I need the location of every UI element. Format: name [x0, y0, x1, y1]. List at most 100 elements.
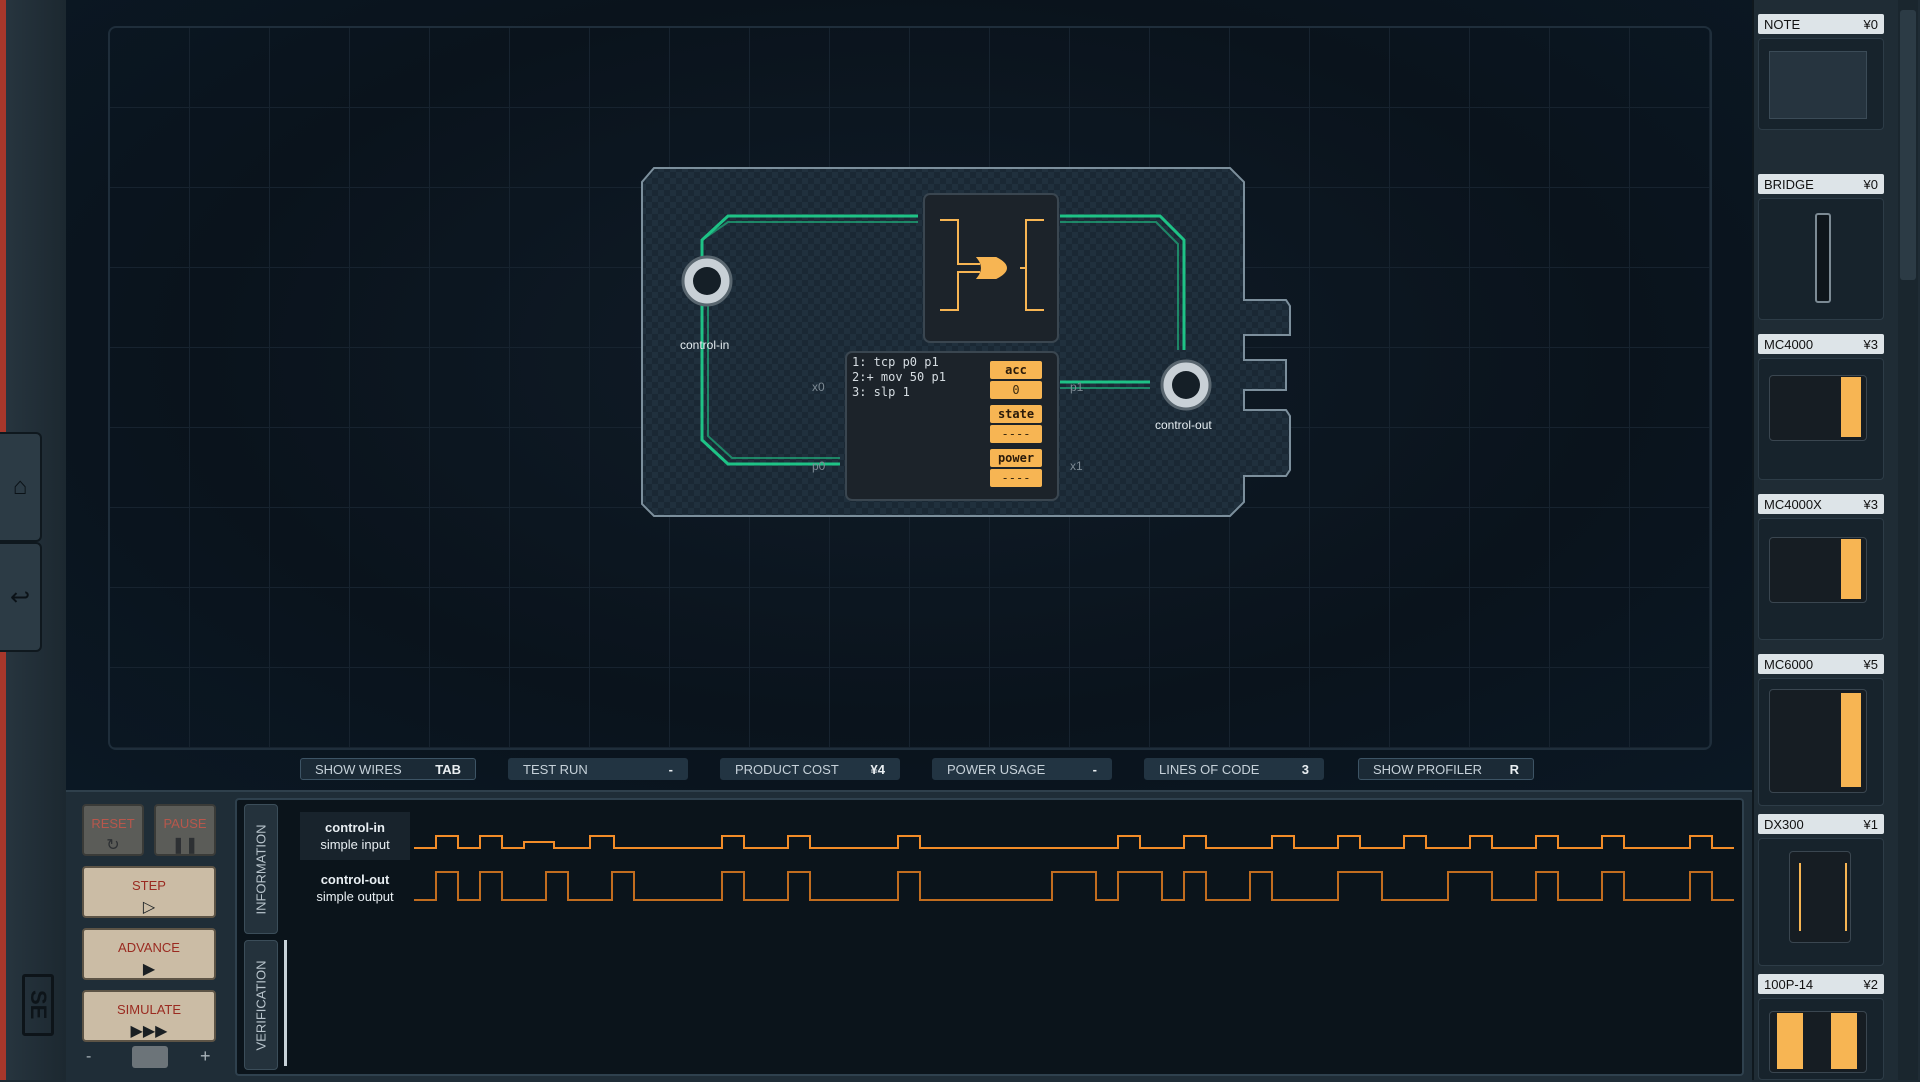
simulate-label: SIMULATE: [116, 1002, 182, 1017]
control-out-port: [1160, 359, 1212, 411]
pin-p1: p1: [1070, 380, 1084, 394]
step-label: STEP: [132, 878, 166, 893]
verification-indicator: [284, 940, 287, 1066]
part-mc4000x[interactable]: MC4000X ¥3: [1758, 494, 1884, 640]
tab-verification-label: VERIFICATION: [253, 959, 269, 1051]
bridge-preview: [1815, 213, 1831, 303]
code-line: 2:+ mov 50 p1: [852, 370, 946, 384]
home-icon: ⌂: [12, 473, 28, 500]
part-name: MC4000X: [1764, 496, 1822, 512]
speed-slider-handle[interactable]: [132, 1046, 168, 1068]
pin-x0: x0: [812, 380, 825, 394]
show-wires-label: SHOW WIRES: [315, 761, 402, 777]
test-run-value: -: [668, 761, 673, 777]
pin-x1: x1: [1070, 459, 1083, 473]
signal-name: control-out: [320, 872, 390, 887]
advance-label: ADVANCE: [118, 940, 180, 955]
mc4000x-register-preview: [1841, 539, 1861, 599]
signal-type: simple input: [320, 837, 390, 852]
part-note[interactable]: NOTE ¥0: [1758, 14, 1884, 130]
control-out-label: control-out: [1155, 418, 1212, 432]
home-button[interactable]: ⌂: [0, 432, 42, 542]
dx300-traces-preview: [1799, 863, 1847, 931]
part-name: 100P-14: [1764, 976, 1814, 992]
control-in-waveform: [414, 835, 1734, 849]
lines-of-code-label: LINES OF CODE: [1159, 761, 1260, 777]
advance-icon: ▶: [142, 961, 156, 978]
control-out-waveform: [414, 871, 1734, 901]
part-name: BRIDGE: [1764, 176, 1814, 192]
power-usage-label: POWER USAGE: [947, 761, 1046, 777]
register-acc-value: 0: [990, 381, 1042, 399]
part-mc4000[interactable]: MC4000 ¥3: [1758, 334, 1884, 480]
register-power-value: ----: [990, 469, 1042, 487]
step-icon: ▷: [142, 899, 156, 916]
100p-14-pins-right: [1831, 1013, 1857, 1069]
pin-p0: p0: [812, 459, 826, 473]
advance-button[interactable]: ADVANCE ▶: [82, 928, 216, 980]
register-acc-label: acc: [990, 361, 1042, 379]
lines-of-code-value: 3: [1301, 761, 1309, 777]
register-state-value: ----: [990, 425, 1042, 443]
test-run-label: TEST RUN: [523, 761, 588, 777]
part-cost: ¥3: [1863, 336, 1878, 352]
mc-code-editor[interactable]: 1: tcp p0 p1 2:+ mov 50 p1 3: slp 1: [852, 355, 946, 400]
show-profiler-label: SHOW PROFILER: [1373, 761, 1483, 777]
power-usage-value: -: [1092, 761, 1097, 777]
part-dx300[interactable]: DX300 ¥1: [1758, 814, 1884, 966]
simulate-button[interactable]: SIMULATE ▶▶▶: [82, 990, 216, 1042]
part-name: DX300: [1764, 816, 1804, 832]
tab-information[interactable]: INFORMATION: [244, 804, 278, 934]
show-wires-key: TAB: [435, 761, 461, 777]
product-cost-label: PRODUCT COST: [735, 761, 839, 777]
part-cost: ¥3: [1863, 496, 1878, 512]
product-cost-display: PRODUCT COST ¥4: [720, 758, 900, 780]
signal-type: simple output: [316, 889, 394, 904]
part-bridge[interactable]: BRIDGE ¥0: [1758, 174, 1884, 320]
part-cost: ¥0: [1863, 16, 1878, 32]
test-run-button[interactable]: TEST RUN -: [508, 758, 688, 780]
undo-button[interactable]: ↩: [0, 542, 42, 652]
part-cost: ¥0: [1863, 176, 1878, 192]
part-mc6000[interactable]: MC6000 ¥5: [1758, 654, 1884, 806]
circuit-board[interactable]: [640, 160, 1300, 530]
control-in-label: control-in: [680, 338, 730, 352]
pause-label: PAUSE: [163, 816, 207, 831]
tab-information-label: INFORMATION: [253, 823, 269, 915]
waveform-display: [414, 835, 1734, 901]
undo-icon: ↩: [9, 583, 31, 611]
game-logo: SE: [22, 974, 54, 1036]
speed-plus-button[interactable]: +: [200, 1046, 211, 1067]
part-name: MC4000: [1764, 336, 1814, 352]
part-cost: ¥5: [1863, 656, 1878, 672]
code-line: 3: slp 1: [852, 385, 910, 399]
speed-minus-button[interactable]: -: [86, 1048, 91, 1066]
reset-icon: ↻: [106, 837, 120, 854]
show-profiler-button[interactable]: SHOW PROFILER R: [1358, 758, 1534, 780]
lines-of-code-display: LINES OF CODE 3: [1144, 758, 1324, 780]
pause-icon: ❚❚: [171, 837, 199, 854]
mc6000-register-preview: [1841, 693, 1861, 787]
part-100p-14[interactable]: 100P-14 ¥2: [1758, 974, 1884, 1080]
signal-control-in: control-in simple input: [300, 819, 410, 853]
control-in-port: [681, 255, 733, 307]
simulate-icon: ▶▶▶: [130, 1023, 168, 1040]
parts-scrollbar-thumb[interactable]: [1900, 10, 1916, 280]
tab-verification[interactable]: VERIFICATION: [244, 940, 278, 1070]
100p-14-pins-left: [1777, 1013, 1803, 1069]
show-wires-button[interactable]: SHOW WIRES TAB: [300, 758, 476, 780]
part-name: MC6000: [1764, 656, 1814, 672]
reset-button[interactable]: RESET ↻: [82, 804, 144, 856]
register-power-label: power: [990, 449, 1042, 467]
mc4000-register-preview: [1841, 377, 1861, 437]
part-cost: ¥2: [1863, 976, 1878, 992]
part-name: NOTE: [1764, 16, 1801, 32]
show-profiler-key: R: [1509, 761, 1519, 777]
part-cost: ¥1: [1863, 816, 1878, 832]
signal-name: control-in: [325, 820, 385, 835]
signal-control-out: control-out simple output: [300, 871, 410, 905]
pause-button[interactable]: PAUSE ❚❚: [154, 804, 216, 856]
step-button[interactable]: STEP ▷: [82, 866, 216, 918]
reset-label: RESET: [91, 816, 135, 831]
product-cost-value: ¥4: [870, 761, 885, 777]
